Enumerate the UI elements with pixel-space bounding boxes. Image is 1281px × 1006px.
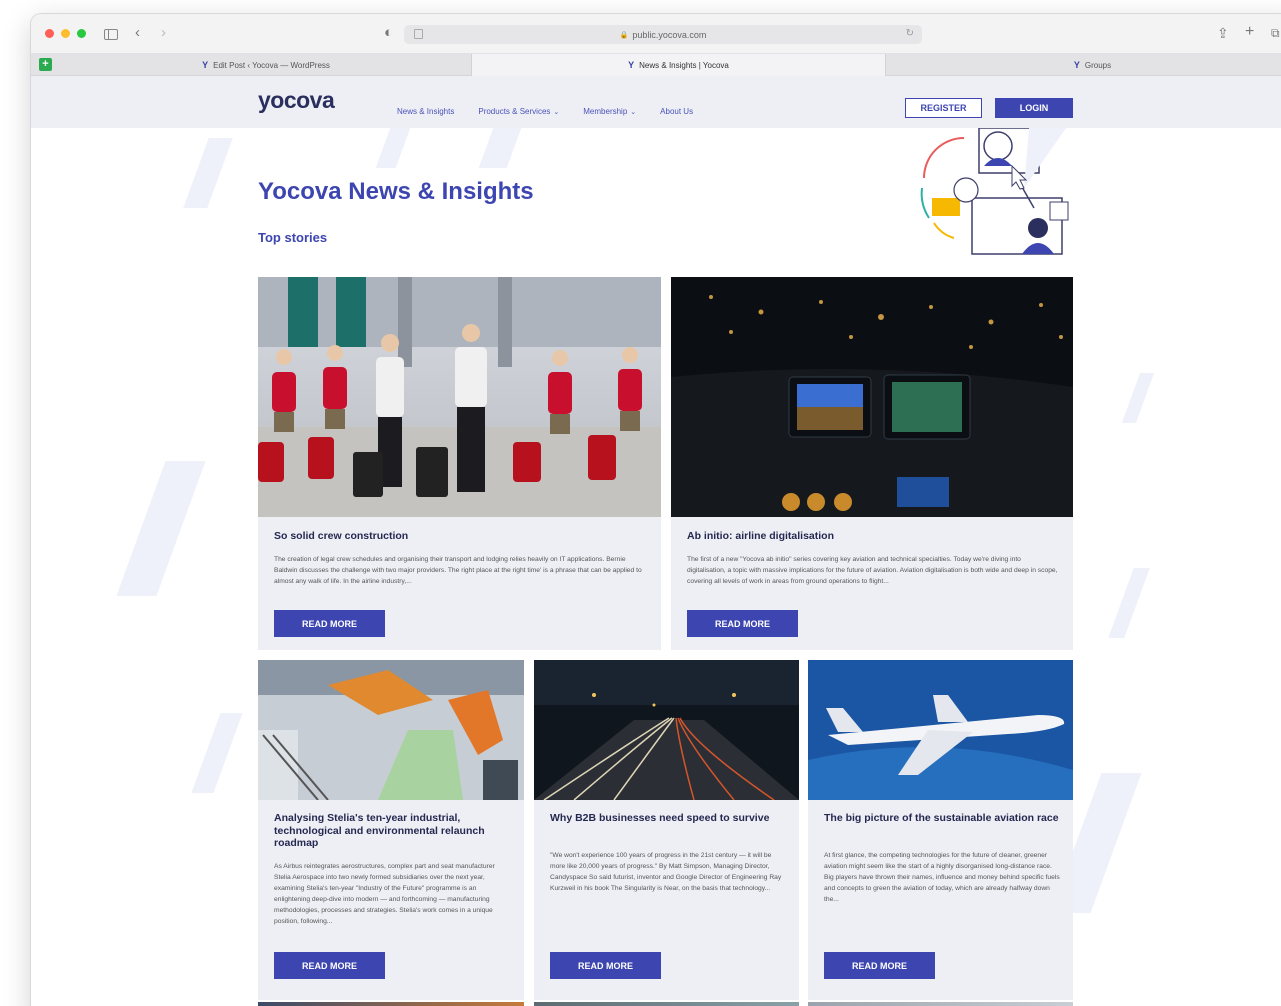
- lock-icon: 🔒: [619, 31, 629, 39]
- yocova-logo[interactable]: yocova: [258, 87, 335, 114]
- next-card-image[interactable]: [258, 1002, 524, 1006]
- decorative-stripe: [478, 128, 522, 168]
- article-excerpt: As Airbus reintegrates aerostructures, c…: [274, 863, 495, 925]
- read-more-button[interactable]: READ MORE: [274, 952, 385, 979]
- nav-products-services[interactable]: Products & Services ⌄: [478, 107, 559, 116]
- article-card[interactable]: The big picture of the sustainable aviat…: [808, 660, 1073, 1000]
- register-button[interactable]: REGISTER: [905, 98, 982, 118]
- article-card[interactable]: Analysing Stelia's ten-year industrial, …: [258, 660, 524, 1000]
- article-excerpt: The creation of legal crew schedules and…: [274, 556, 642, 585]
- browser-window: ‹ › ◐ 🔒 public.yocova.com ↻ ⇪ + ⧉ + Y Ed…: [31, 14, 1281, 1006]
- main-nav: News & Insights Products & Services ⌄ Mem…: [397, 107, 693, 116]
- read-more-button[interactable]: READ MORE: [550, 952, 661, 979]
- decorative-stripe: [375, 128, 411, 168]
- article-excerpt: At first glance, the competing technolog…: [824, 852, 1060, 903]
- reload-icon[interactable]: ↻: [906, 28, 914, 39]
- article-card[interactable]: Ab initio: airline digitalisation The fi…: [671, 277, 1073, 650]
- yocova-favicon-icon: Y: [202, 60, 209, 70]
- support-illustration: [920, 128, 1069, 255]
- new-tab-icon[interactable]: +: [1245, 24, 1254, 40]
- crew-photo: [258, 277, 661, 517]
- forward-icon[interactable]: ›: [161, 25, 166, 41]
- article-image-aircraft[interactable]: [808, 660, 1073, 800]
- aircraft-photo: [808, 660, 1073, 800]
- decorative-stripe: [1108, 568, 1150, 638]
- page-icon: [414, 29, 423, 39]
- yocova-favicon-icon: Y: [1073, 60, 1080, 70]
- factory-photo: [258, 660, 524, 800]
- tab-news-insights[interactable]: Y News & Insights | Yocova: [472, 54, 886, 76]
- nav-label: Products & Services: [478, 107, 551, 116]
- read-more-button[interactable]: READ MORE: [274, 610, 385, 637]
- url-text: public.yocova.com: [632, 29, 707, 40]
- read-more-button[interactable]: READ MORE: [824, 952, 935, 979]
- minimize-window-icon[interactable]: [61, 29, 70, 38]
- article-card[interactable]: Why B2B businesses need speed to survive…: [534, 660, 799, 1000]
- tab-bar: + Y Edit Post ‹ Yocova — WordPress Y New…: [31, 54, 1281, 76]
- tab-title: Groups: [1084, 60, 1112, 70]
- decorative-stripe: [183, 138, 233, 208]
- decorative-stripe: [116, 461, 206, 596]
- browser-titlebar: ‹ › ◐ 🔒 public.yocova.com ↻ ⇪ + ⧉: [31, 14, 1281, 54]
- back-icon[interactable]: ‹: [135, 25, 140, 41]
- share-icon[interactable]: ⇪: [1217, 25, 1229, 41]
- traffic-photo: [534, 660, 799, 800]
- chevron-down-icon: ⌄: [553, 109, 560, 116]
- chevron-down-icon: ⌄: [630, 109, 637, 116]
- article-card[interactable]: So solid crew construction The creation …: [258, 277, 661, 650]
- article-image-factory[interactable]: [258, 660, 524, 800]
- yocova-favicon-icon: Y: [628, 60, 635, 70]
- cockpit-photo: [671, 277, 1073, 517]
- article-title[interactable]: Why B2B businesses need speed to survive: [550, 812, 770, 825]
- nav-label: Membership: [583, 107, 628, 116]
- tab-edit-post[interactable]: Y Edit Post ‹ Yocova — WordPress: [31, 54, 472, 76]
- article-image-crew[interactable]: [258, 277, 661, 517]
- section-title: Top stories: [258, 230, 328, 245]
- login-button[interactable]: LOGIN: [995, 98, 1073, 118]
- close-window-icon[interactable]: [45, 29, 54, 38]
- zoom-window-icon[interactable]: [77, 29, 86, 38]
- nav-label: News & Insights: [397, 107, 455, 116]
- article-title[interactable]: The big picture of the sustainable aviat…: [824, 812, 1059, 825]
- read-more-button[interactable]: READ MORE: [687, 610, 798, 637]
- site-header: yocova News & Insights Products & Servic…: [31, 76, 1281, 128]
- page-content: Yocova News & Insights Top stories So so…: [31, 128, 1281, 1006]
- tab-title: News & Insights | Yocova: [639, 60, 729, 70]
- article-title[interactable]: Ab initio: airline digitalisation: [687, 530, 834, 543]
- decorative-stripe: [1121, 373, 1155, 423]
- nav-news-insights[interactable]: News & Insights: [397, 107, 454, 116]
- article-image-cockpit[interactable]: [671, 277, 1073, 517]
- article-title[interactable]: Analysing Stelia's ten-year industrial, …: [274, 812, 504, 850]
- address-bar[interactable]: 🔒 public.yocova.com ↻: [404, 25, 922, 44]
- tab-title: Edit Post ‹ Yocova — WordPress: [213, 60, 330, 70]
- nav-label: About Us: [660, 107, 694, 116]
- window-controls: [45, 29, 86, 38]
- nav-about-us[interactable]: About Us: [660, 107, 693, 116]
- article-excerpt: "We won't experience 100 years of progre…: [550, 852, 782, 892]
- page-title: Yocova News & Insights: [258, 178, 534, 205]
- tab-overview-icon[interactable]: ⧉: [1271, 25, 1280, 41]
- article-excerpt: The first of a new "Yocova ab initio" se…: [687, 556, 1058, 585]
- decorative-stripe: [191, 713, 243, 793]
- tab-group-icon[interactable]: +: [39, 58, 52, 71]
- next-card-image[interactable]: [808, 1002, 1073, 1006]
- next-card-image[interactable]: [534, 1002, 799, 1006]
- privacy-shield-icon[interactable]: ◐: [384, 25, 393, 41]
- article-image-traffic[interactable]: [534, 660, 799, 800]
- article-title[interactable]: So solid crew construction: [274, 530, 408, 543]
- tab-groups[interactable]: Y Groups: [886, 54, 1281, 76]
- nav-membership[interactable]: Membership ⌄: [583, 107, 636, 116]
- sidebar-toggle-icon[interactable]: [104, 29, 118, 40]
